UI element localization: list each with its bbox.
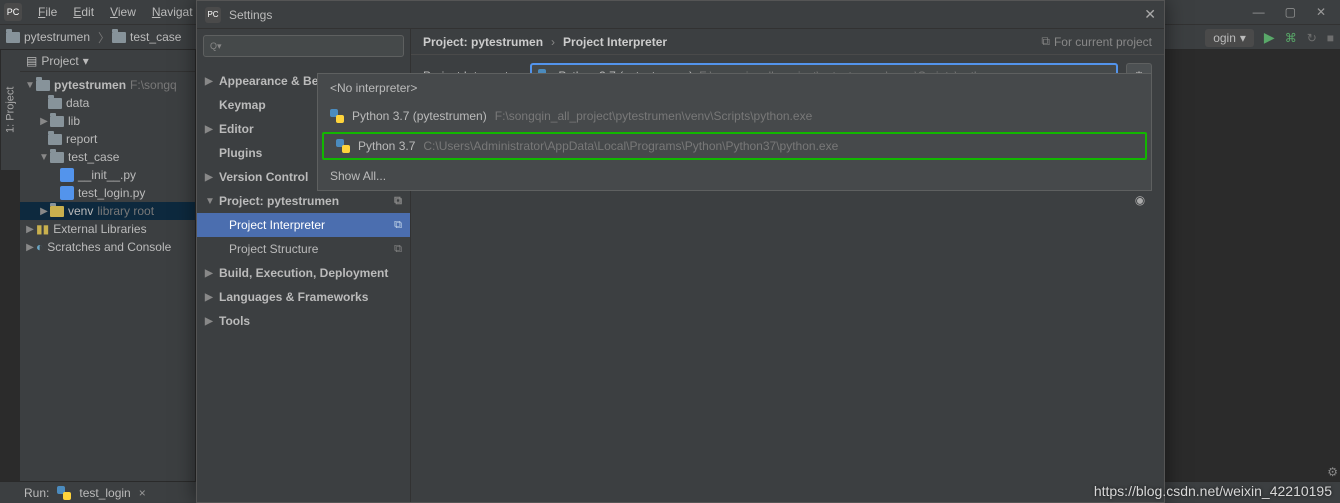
interpreter-option[interactable]: Python 3.7 (pytestrumen) F:\songqin_all_… <box>318 102 1151 130</box>
tree-venv[interactable]: ▶venvlibrary root <box>20 202 195 220</box>
minimize-icon[interactable]: — <box>1253 5 1265 19</box>
crumb-interpreter: Project Interpreter <box>563 35 667 49</box>
project-tree-header[interactable]: ▤ Project ▾ <box>20 50 195 72</box>
run-icon[interactable]: ▶ <box>1264 29 1275 46</box>
close-icon[interactable]: ✕ <box>1144 6 1156 23</box>
crumb-project[interactable]: pytestrumen <box>6 30 90 44</box>
menu-view[interactable]: View <box>102 5 144 19</box>
interpreter-show-all[interactable]: Show All... <box>318 162 1151 190</box>
run-tab[interactable]: test_login <box>79 486 130 500</box>
tree-scratches[interactable]: ▶◐Scratches and Console <box>20 238 195 256</box>
tree-folder[interactable]: data <box>20 94 195 112</box>
venv-folder-icon <box>50 206 64 217</box>
menu-file[interactable]: File <box>30 5 65 19</box>
menu-edit[interactable]: Edit <box>65 5 102 19</box>
cat-project-interpreter[interactable]: Project Interpreter⧉ <box>197 213 410 237</box>
interpreter-dropdown-list: <No interpreter> Python 3.7 (pytestrumen… <box>317 73 1152 191</box>
cat-languages[interactable]: ▶Languages & Frameworks <box>197 285 410 309</box>
folder-icon <box>50 152 64 163</box>
scratch-icon: ◐ <box>36 240 43 254</box>
folder-icon <box>48 134 62 145</box>
search-icon: Q▾ <box>210 41 222 52</box>
folder-icon <box>50 116 64 127</box>
chevron-right-icon: 〉 <box>98 29 110 46</box>
tree-external-libs[interactable]: ▶▮▮External Libraries <box>20 220 195 238</box>
folder-icon <box>48 98 62 109</box>
cat-build[interactable]: ▶Build, Execution, Deployment <box>197 261 410 285</box>
python-file-icon <box>60 186 74 200</box>
library-icon: ▮▮ <box>36 222 49 236</box>
python-icon <box>57 486 71 500</box>
dialog-titlebar: PC Settings ✕ <box>197 1 1164 29</box>
python-file-icon <box>60 168 74 182</box>
scope-icon: ⧉ <box>394 219 402 232</box>
watermark-text: https://blog.csdn.net/weixin_42210195 <box>1094 483 1332 499</box>
project-tool-tab[interactable]: 1: Project <box>0 50 20 170</box>
window-controls: — ▢ ✕ <box>1243 5 1336 19</box>
cat-tools[interactable]: ▶Tools <box>197 309 410 333</box>
debug-icon[interactable]: ⌘ <box>1285 31 1297 45</box>
scope-icon: ⧉ <box>1041 34 1050 49</box>
tree-file[interactable]: test_login.py <box>20 184 195 202</box>
cat-project[interactable]: ▼Project: pytestrumen⧉ <box>197 189 410 213</box>
cat-project-structure[interactable]: Project Structure⧉ <box>197 237 410 261</box>
python-icon <box>336 139 350 153</box>
settings-dialog: PC Settings ✕ Q▾ ▶Appearance & Behavior … <box>196 0 1165 503</box>
menu-navigate[interactable]: Navigat <box>144 5 201 19</box>
close-icon[interactable]: ✕ <box>1316 5 1326 19</box>
folder-icon <box>6 32 20 43</box>
project-view-icon: ▤ <box>26 54 37 68</box>
tree-folder[interactable]: report <box>20 130 195 148</box>
run-label: Run: <box>24 486 49 500</box>
scope-hint: ⧉For current project <box>1041 34 1152 49</box>
search-field[interactable] <box>228 39 397 53</box>
close-tab-icon[interactable]: × <box>139 486 146 500</box>
app-logo: PC <box>4 3 22 21</box>
scope-icon: ⧉ <box>394 195 402 208</box>
coverage-icon[interactable]: ↻ <box>1307 31 1317 45</box>
tree-file[interactable]: __init__.py <box>20 166 195 184</box>
settings-breadcrumb: Project: pytestrumen › Project Interpret… <box>411 29 1164 55</box>
tree-folder[interactable]: ▶lib <box>20 112 195 130</box>
crumb-project[interactable]: Project: pytestrumen <box>423 35 543 49</box>
tree-root[interactable]: ▼pytestrumenF:\songq <box>20 76 195 94</box>
maximize-icon[interactable]: ▢ <box>1285 5 1296 19</box>
tree-folder[interactable]: ▼test_case <box>20 148 195 166</box>
interpreter-option-none[interactable]: <No interpreter> <box>318 74 1151 102</box>
scope-icon: ⧉ <box>394 243 402 256</box>
stop-icon[interactable]: ■ <box>1327 31 1334 45</box>
folder-icon <box>36 80 50 91</box>
settings-search-input[interactable]: Q▾ <box>203 35 404 57</box>
dialog-title: Settings <box>229 8 272 22</box>
crumb-file[interactable]: test_case <box>112 30 181 44</box>
folder-icon <box>112 32 126 43</box>
ide-settings-gear-icon[interactable]: ⚙ <box>1327 465 1338 479</box>
interpreter-option-highlighted[interactable]: Python 3.7 C:\Users\Administrator\AppDat… <box>322 132 1147 160</box>
chevron-down-icon: ▾ <box>83 54 89 68</box>
python-icon <box>330 109 344 123</box>
chevron-down-icon: ▾ <box>1240 31 1246 45</box>
app-logo: PC <box>205 7 221 23</box>
show-early-releases-button[interactable]: ◉ <box>1135 193 1145 207</box>
chevron-right-icon: › <box>551 35 555 49</box>
run-config-selector[interactable]: ogin▾ <box>1205 29 1254 47</box>
project-tree-panel: ▤ Project ▾ ▼pytestrumenF:\songq data ▶l… <box>20 50 196 481</box>
